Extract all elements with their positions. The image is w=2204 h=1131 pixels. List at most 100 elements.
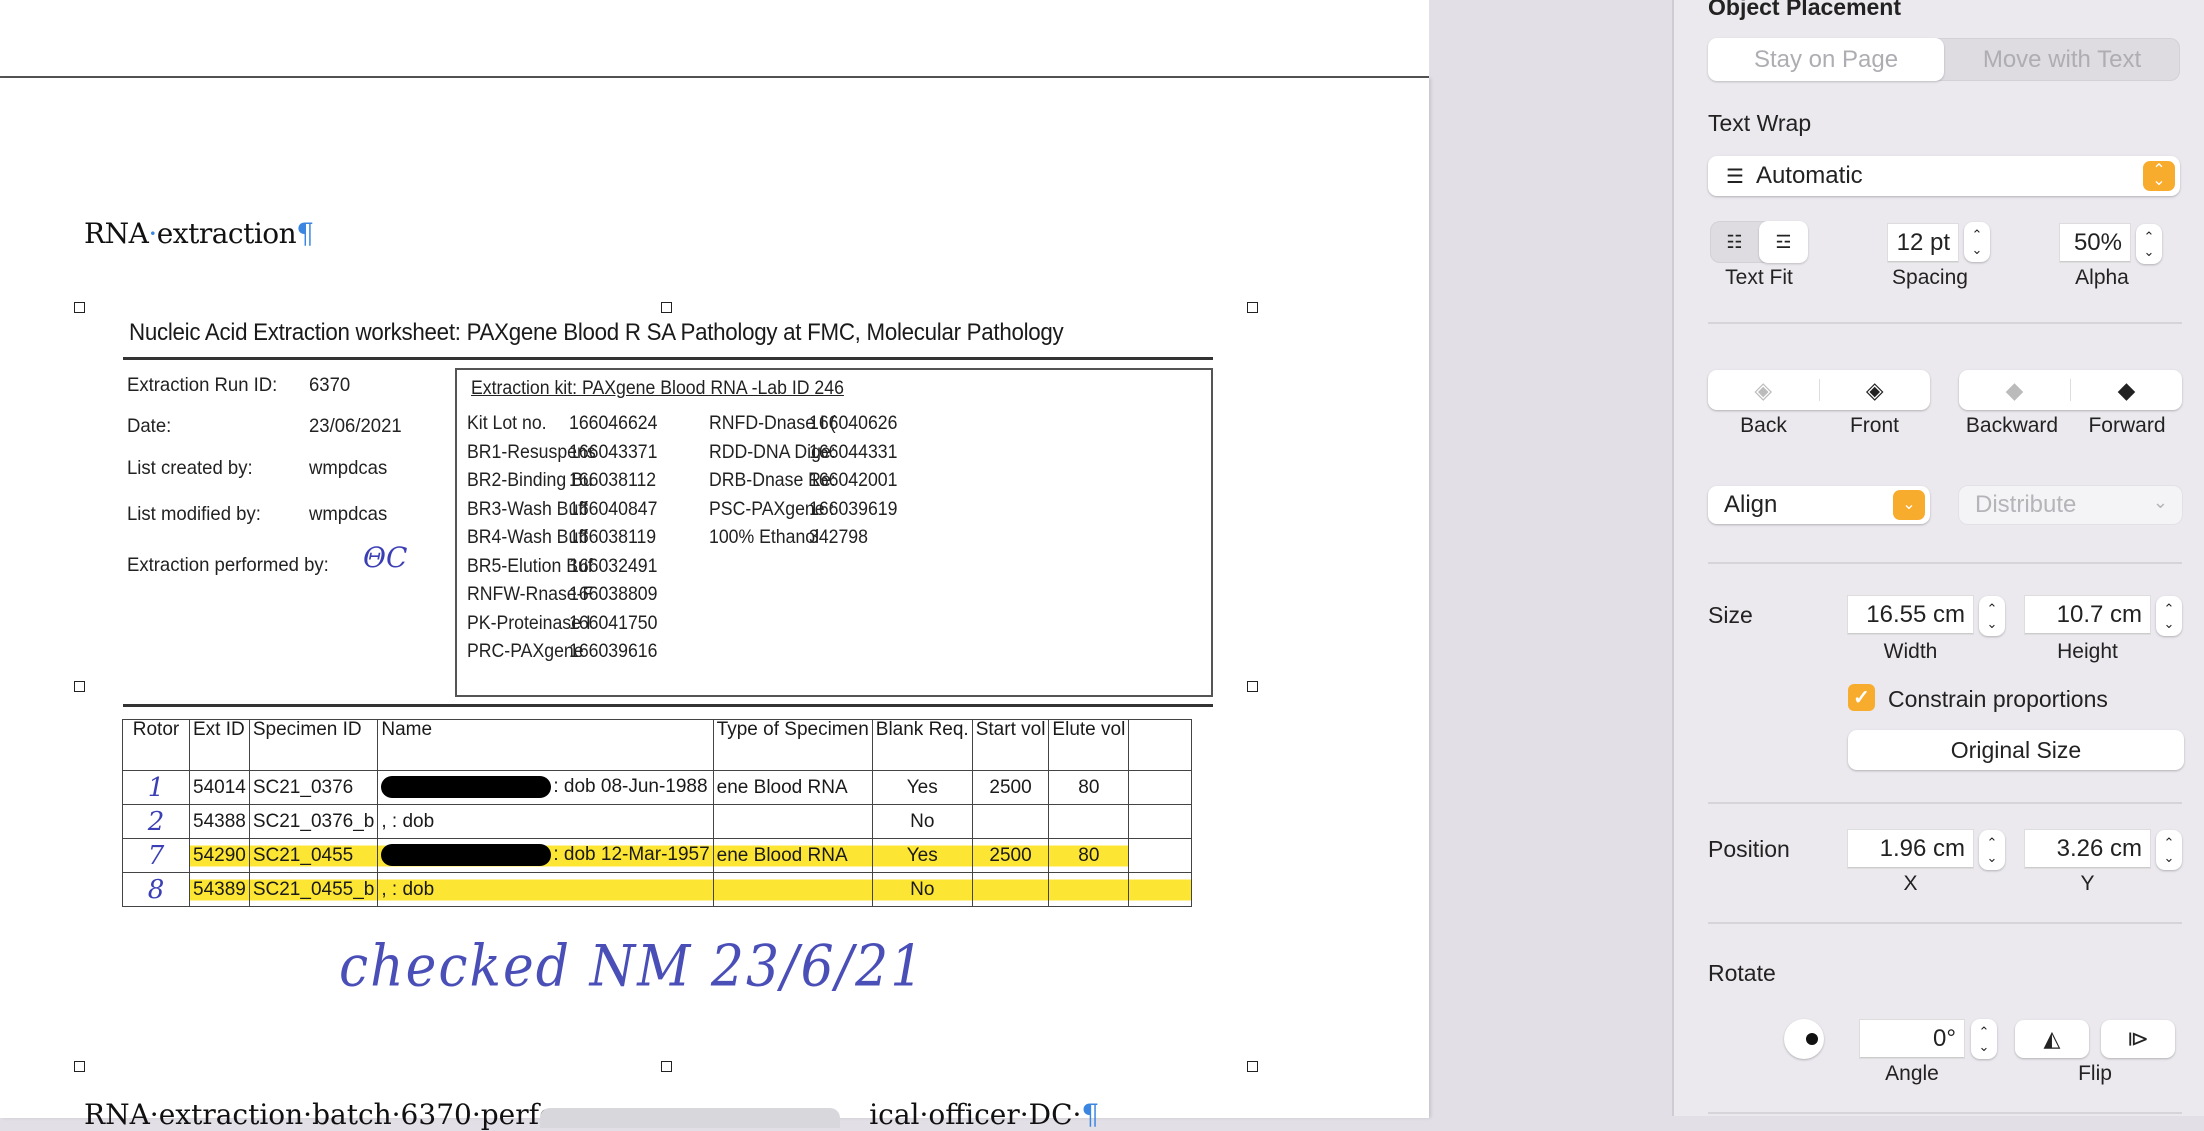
down-arrow-icon: ⌄ bbox=[2163, 850, 2175, 865]
flip-horizontal-button[interactable]: ◭ bbox=[2015, 1020, 2089, 1058]
width-field[interactable]: 16.55 cm bbox=[1848, 596, 1973, 634]
name-cell: , : dob bbox=[377, 872, 714, 907]
text-wrap-popup[interactable]: ☰ Automatic ⌃ ⌄ bbox=[1708, 156, 2180, 196]
meta-label: Date: bbox=[127, 415, 172, 437]
overlay-tab bbox=[540, 1108, 840, 1128]
meta-label: Extraction Run ID: bbox=[127, 374, 278, 396]
section-divider bbox=[1708, 1112, 2182, 1114]
width-stepper[interactable]: ⌃ ⌄ bbox=[1979, 596, 2005, 636]
start-cell: 2500 bbox=[971, 770, 1050, 805]
height-field[interactable]: 10.7 cm bbox=[2025, 596, 2150, 634]
position-x-field[interactable]: 1.96 cm bbox=[1848, 830, 1973, 868]
empty-cell bbox=[1128, 838, 1193, 873]
rotation-wheel[interactable] bbox=[1784, 1019, 1824, 1059]
checked-handwritten-note: checked NM 23/6/21 bbox=[339, 934, 926, 1000]
height-stepper[interactable]: ⌃ ⌄ bbox=[2156, 596, 2182, 636]
section-divider bbox=[1708, 562, 2182, 564]
angle-field[interactable]: 0° bbox=[1860, 1020, 1964, 1058]
resize-handle-right[interactable] bbox=[1247, 681, 1258, 692]
kit-reagent-name: Kit Lot no. bbox=[467, 413, 547, 434]
position-x-stepper[interactable]: ⌃ ⌄ bbox=[1979, 830, 2005, 870]
send-backward-button[interactable]: ◆ bbox=[1959, 377, 2070, 404]
send-to-back-button[interactable]: ◈ bbox=[1708, 377, 1819, 404]
table-row: 2 54388 SC21_0376_b, : dob No bbox=[122, 804, 1193, 839]
specimen-id-cell: SC21_0455 bbox=[248, 838, 379, 873]
elute-cell bbox=[1048, 804, 1130, 839]
resize-handle-top[interactable] bbox=[661, 302, 672, 313]
alpha-stepper[interactable]: ⌃ ⌄ bbox=[2136, 224, 2162, 264]
worksheet-image[interactable]: Nucleic Acid Extraction worksheet: PAXge… bbox=[79, 307, 1253, 1067]
resize-handle-top-right[interactable] bbox=[1247, 302, 1258, 313]
resize-handle-bottom[interactable] bbox=[661, 1061, 672, 1072]
text-fit-shape-icon[interactable]: ☲ bbox=[1759, 221, 1808, 263]
width-label: Width bbox=[1883, 640, 1938, 663]
constrain-proportions-checkbox[interactable]: ✓ bbox=[1848, 684, 1875, 711]
ext-id-cell: 54014 bbox=[189, 770, 250, 805]
name-cell: , : dob bbox=[377, 804, 714, 839]
table-header-cell: Name bbox=[377, 719, 714, 771]
alpha-field[interactable]: 50% bbox=[2060, 224, 2130, 262]
blank-cell: No bbox=[871, 872, 973, 907]
table-row: 8 54389 SC21_0455_b, : dob No bbox=[122, 872, 1193, 907]
flip-vertical-button[interactable]: ⧐ bbox=[2101, 1020, 2175, 1058]
layers-front-icon: ◈ bbox=[1865, 376, 1884, 403]
type-cell bbox=[712, 872, 873, 907]
rotor-number: 1 bbox=[147, 772, 165, 803]
ext-id-cell: 54388 bbox=[189, 804, 250, 839]
size-heading: Size bbox=[1708, 602, 1753, 628]
flip-vertical-icon: ⧐ bbox=[2127, 1026, 2149, 1051]
original-size-button[interactable]: Original Size bbox=[1848, 730, 2184, 770]
extraction-kit-box: Extraction kit: PAXgene Blood RNA -Lab I… bbox=[455, 368, 1213, 697]
resize-handle-bottom-left[interactable] bbox=[74, 1061, 85, 1072]
down-arrow-icon: ⌄ bbox=[1971, 242, 1983, 257]
name-text: : dob 12-Mar-1957 bbox=[553, 844, 710, 866]
heading-rna-extraction[interactable]: RNA·extraction¶ bbox=[84, 217, 314, 250]
table-header-cell: Rotor bbox=[122, 719, 190, 771]
down-arrow-icon: ⌄ bbox=[1986, 616, 1998, 631]
table-header-cell: Type of Specimen bbox=[712, 719, 873, 771]
distribute-popup[interactable]: Distribute ⌄ bbox=[1959, 486, 2182, 524]
name-cell: : dob 12-Mar-1957 bbox=[377, 838, 714, 873]
text-fit-tight-icon[interactable]: ☷ bbox=[1710, 221, 1759, 263]
arrange-inspector: Object Placement Stay on Page Move with … bbox=[1672, 0, 2204, 1116]
heading-word: RNA bbox=[84, 217, 149, 250]
type-cell bbox=[712, 804, 873, 839]
resize-handle-top-left[interactable] bbox=[74, 302, 85, 313]
back-front-group: ◈ ◈ bbox=[1708, 370, 1930, 410]
kit-reagent-name: PRC-PAXgene bbox=[467, 641, 584, 662]
chevron-down-icon: ⌄ bbox=[1893, 490, 1925, 520]
signature: ΘC bbox=[363, 541, 408, 574]
resize-handle-left[interactable] bbox=[74, 681, 85, 692]
spacing-field[interactable]: 12 pt bbox=[1888, 224, 1958, 262]
bring-forward-button[interactable]: ◆ bbox=[2071, 377, 2182, 404]
kit-lot-number: 166032491 bbox=[569, 555, 658, 577]
elute-cell bbox=[1048, 872, 1130, 907]
position-y-stepper[interactable]: ⌃ ⌄ bbox=[2156, 830, 2182, 870]
redaction-mark bbox=[381, 776, 552, 799]
angle-label: Angle bbox=[1885, 1062, 1939, 1085]
kit-lot-number: 166038119 bbox=[569, 527, 657, 548]
pilcrow-icon: ¶ bbox=[296, 217, 314, 250]
object-placement-control: Stay on Page Move with Text bbox=[1708, 38, 2180, 81]
spacing-label: Spacing bbox=[1892, 266, 1968, 289]
kit-lot-number: 342798 bbox=[809, 527, 868, 548]
rotor-cell: 2 bbox=[122, 804, 190, 839]
angle-stepper[interactable]: ⌃ ⌄ bbox=[1971, 1019, 1997, 1059]
align-popup[interactable]: Align ⌄ bbox=[1708, 486, 1930, 524]
layer-backward-icon: ◆ bbox=[2005, 376, 2024, 403]
stay-on-page-option[interactable]: Stay on Page bbox=[1708, 38, 1944, 81]
specimen-id-cell: SC21_0376 bbox=[248, 770, 379, 805]
position-y-field[interactable]: 3.26 cm bbox=[2025, 830, 2150, 868]
layers-back-icon: ◈ bbox=[1754, 376, 1773, 403]
kit-reagent-name: 100% Ethanol bbox=[709, 527, 820, 548]
empty-cell bbox=[1128, 770, 1193, 805]
move-with-text-option[interactable]: Move with Text bbox=[1944, 38, 2180, 81]
table-header-cell: Specimen ID bbox=[248, 719, 379, 771]
section-divider bbox=[1708, 322, 2182, 324]
spacing-stepper[interactable]: ⌃ ⌄ bbox=[1964, 222, 1990, 262]
specimen-table: Rotor Ext ID Specimen ID Name Type of Specim… bbox=[122, 719, 1193, 907]
redaction-mark bbox=[381, 844, 552, 867]
bring-to-front-button[interactable]: ◈ bbox=[1820, 377, 1931, 404]
resize-handle-bottom-right[interactable] bbox=[1247, 1061, 1258, 1072]
heading-word: extraction bbox=[156, 217, 297, 250]
